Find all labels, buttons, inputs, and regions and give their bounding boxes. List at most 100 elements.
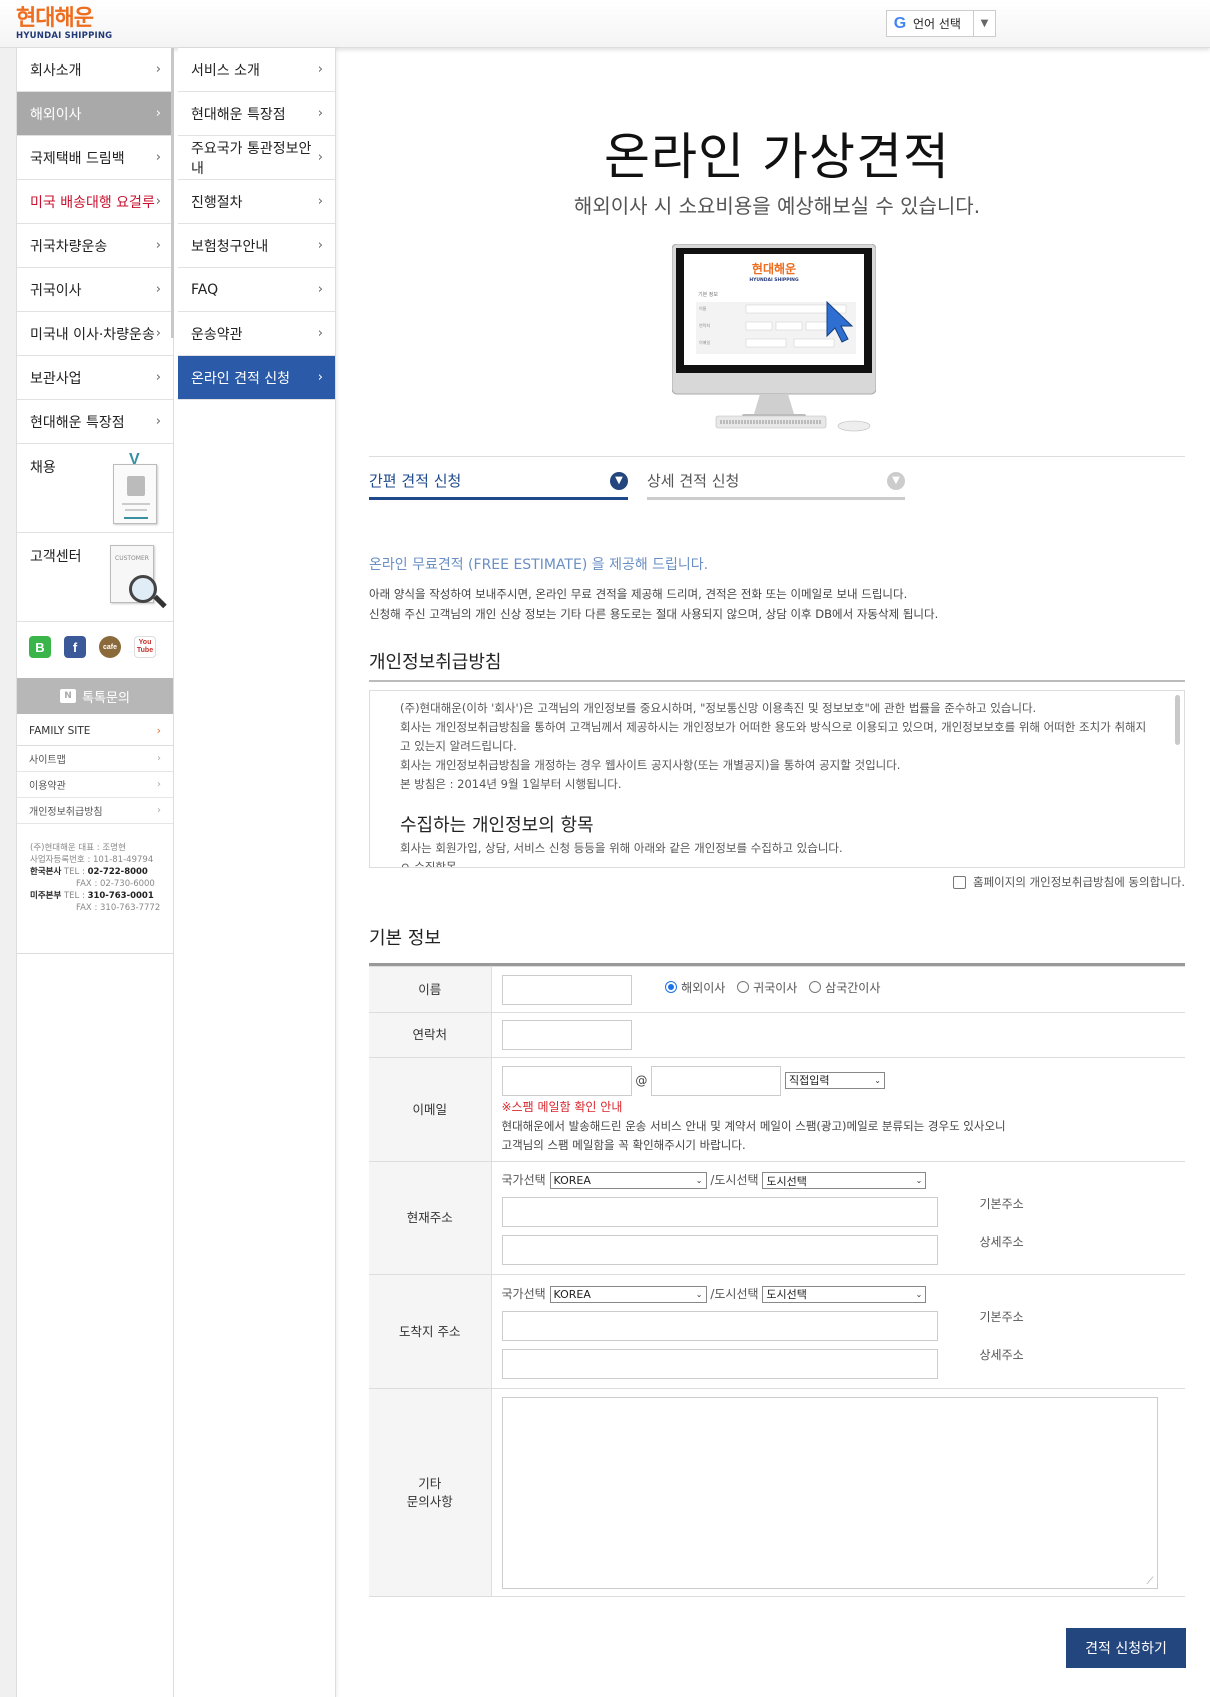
recruit-link[interactable]: 채용 V [17,444,173,533]
subnav-item[interactable]: 온라인 견적 신청 › [178,356,335,400]
radio[interactable] [809,981,822,993]
chevron-down-icon: ▼ [610,471,628,490]
sidebar-item[interactable]: 귀국이사 › [17,268,173,312]
sidebar-item[interactable]: 현대해운 특장점 › [17,400,173,444]
terms-label: 이용약관 [29,781,66,792]
destination-address-basic-input[interactable] [501,1310,938,1341]
top-header: 현대해운 HYUNDAI SHIPPING G 언어 선택 ▼ [0,0,1210,48]
subnav-item-label: 현대해운 특장점 [191,106,286,123]
facebook-icon[interactable]: f [64,636,86,658]
chevron-down-icon: ▼ [973,11,995,36]
chevron-right-icon: › [155,238,161,253]
section-divider [369,456,1185,457]
talk-inquiry-button[interactable]: N 톡톡문의 [17,678,173,714]
secondary-menu: 서비스 소개 › 현대해운 특장점 › 주요국가 통관정보안내 › 진행절차 › 보험청구안내 ›… [178,48,335,400]
subnav-item-label: 보험청구안내 [191,238,269,255]
policy-paragraph: 회사는 개인정보취급방침을 통하여 고객님께서 제공하시는 개인정보가 어떠한 … [400,720,1147,753]
screen-field: 이메일 [699,339,710,345]
subnav-item-label: 주요국가 통관정보안내 [191,140,312,177]
radio-label: 삼국간이사 [825,980,881,995]
sidebar-item[interactable]: 귀국차량운송 › [17,224,173,268]
sidebar-item[interactable]: 보관사업 › [17,356,173,400]
sidebar-item[interactable]: 미국 배송대행 요걸루 › [17,180,173,224]
blog-icon[interactable]: B [29,636,51,658]
policy-heading: 수집하는 개인정보의 항목 [400,815,594,836]
memo-textarea[interactable]: ⟋ [501,1396,1158,1589]
subnav-item[interactable]: 운송약관 › [178,312,335,356]
chevron-right-icon: › [155,194,161,209]
sitemap-link[interactable]: 사이트맵 › [17,746,173,772]
cafe-icon[interactable]: cafe [99,636,121,658]
move-type-overseas[interactable]: 해외이사 [665,979,725,996]
photo-placeholder [127,476,145,496]
select-value: KOREA [553,1287,591,1301]
family-site-select[interactable]: FAMILY SITE › [17,716,173,746]
subnav-item[interactable]: 현대해운 특장점 › [178,92,335,136]
radio-checked[interactable] [665,981,678,993]
screen-section: 기본 정보 [698,291,718,298]
spam-notice-line: 현대해운에서 발송해드린 운송 서비스 안내 및 계약서 메일이 스팸(광고)메… [501,1118,1006,1133]
intro-line: 신청해 주신 고객님의 개인 신상 정보는 기타 다른 용도로는 절대 사용되지… [369,607,939,621]
agree-checkbox[interactable] [953,875,966,889]
customer-center-link[interactable]: 고객센터 CUSTOMER [17,533,173,622]
logo-korean: 현대해운 [16,6,94,31]
hq-fax: FAX : 02-730-6000 [76,879,155,889]
resize-handle-icon[interactable]: ⟋ [1147,1576,1154,1587]
company-info: (주)현대해운 대표 : 조명현 사업자등록번호 : 101-81-49794 … [17,824,173,954]
subnav-item[interactable]: 서비스 소개 › [178,48,335,92]
us-fax: FAX : 310-763-7772 [76,903,161,913]
privacy-link[interactable]: 개인정보취급방침 › [17,798,173,824]
language-selector[interactable]: G 언어 선택 ▼ [886,10,996,37]
tab-simple-estimate[interactable]: 간편 견적 신청 ▼ [369,464,628,500]
current-address-basic-input[interactable] [501,1197,938,1227]
subnav-item[interactable]: 진행절차 › [178,180,335,224]
city-select[interactable]: 도시선택 ⌄ [762,1285,927,1303]
submit-estimate-button[interactable]: 견적 신청하기 [1066,1628,1186,1668]
destination-address-detail-input[interactable] [501,1348,938,1379]
name-label: 이름 [369,966,492,1013]
subnav-item-label: 서비스 소개 [191,62,260,79]
privacy-agree[interactable]: 홈페이지의 개인정보취급방침에 동의합니다. [953,874,1185,890]
sidebar-item-label: 미국 배송대행 요걸루 [30,194,155,211]
privacy-policy-box[interactable]: (주)현대해운(이하 '회사')은 고객님의 개인정보를 중요시하며, "정보통… [369,690,1185,868]
chevron-down-icon: ⌄ [915,1176,923,1185]
current-address-detail-input[interactable] [501,1235,938,1265]
intro-headline: 온라인 무료견적 (FREE ESTIMATE) 을 제공해 드립니다. [369,557,709,573]
move-type-third-country[interactable]: 삼국간이사 [809,979,880,996]
sidebar-scrollbar[interactable] [171,48,174,338]
destination-address-row: 도착지 주소 국가선택 KOREA ⌄ /도시선택 도시선택 ⌄ 기본주소 상세주소 [369,1274,1185,1389]
logo[interactable]: 현대해운 HYUNDAI SHIPPING [16,6,112,42]
sidebar-item[interactable]: 해외이사 › [17,92,173,136]
email-domain-input[interactable] [651,1065,782,1096]
move-type-return[interactable]: 귀국이사 [737,979,797,996]
contact-input[interactable] [501,1020,632,1050]
subnav-item[interactable]: FAQ › [178,268,335,312]
sidebar-item[interactable]: 회사소개 › [17,48,173,92]
left-edge [0,48,17,1697]
detail-address-label: 상세주소 [979,1234,1024,1249]
sidebar-item-label: 현대해운 특장점 [30,414,125,431]
chevron-right-icon: › [317,62,323,77]
chevron-right-icon: › [155,62,161,77]
chevron-down-icon: ▼ [887,471,905,490]
terms-link[interactable]: 이용약관 › [17,772,173,798]
sidebar-item[interactable]: 국제택배 드림백 › [17,136,173,180]
email-id-input[interactable] [501,1065,632,1096]
city-select[interactable]: 도시선택 ⌄ [762,1172,927,1189]
page-title: 온라인 가상견적 [604,128,950,186]
current-address-row: 현재주소 국가선택 KOREA ⌄ /도시선택 도시선택 ⌄ 기본주소 상세주소 [369,1161,1185,1275]
recruit-label: 채용 [30,460,56,476]
country-select[interactable]: KOREA ⌄ [549,1285,707,1303]
subnav-item[interactable]: 주요국가 통관정보안내 › [178,136,335,180]
chevron-right-icon: › [155,282,161,297]
sidebar-item[interactable]: 미국내 이사·차량운송 › [17,312,173,356]
email-domain-select[interactable]: 직접입력 ⌄ [784,1072,885,1089]
youtube-icon[interactable]: You Tube [134,636,156,658]
tab-detailed-estimate[interactable]: 상세 견적 신청 ▼ [647,464,905,500]
name-input[interactable] [501,974,632,1005]
policy-scrollbar[interactable] [1175,695,1180,745]
us-tel: 310-763-0001 [87,891,154,901]
radio[interactable] [737,981,750,993]
country-select[interactable]: KOREA ⌄ [549,1172,707,1189]
subnav-item[interactable]: 보험청구안내 › [178,224,335,268]
